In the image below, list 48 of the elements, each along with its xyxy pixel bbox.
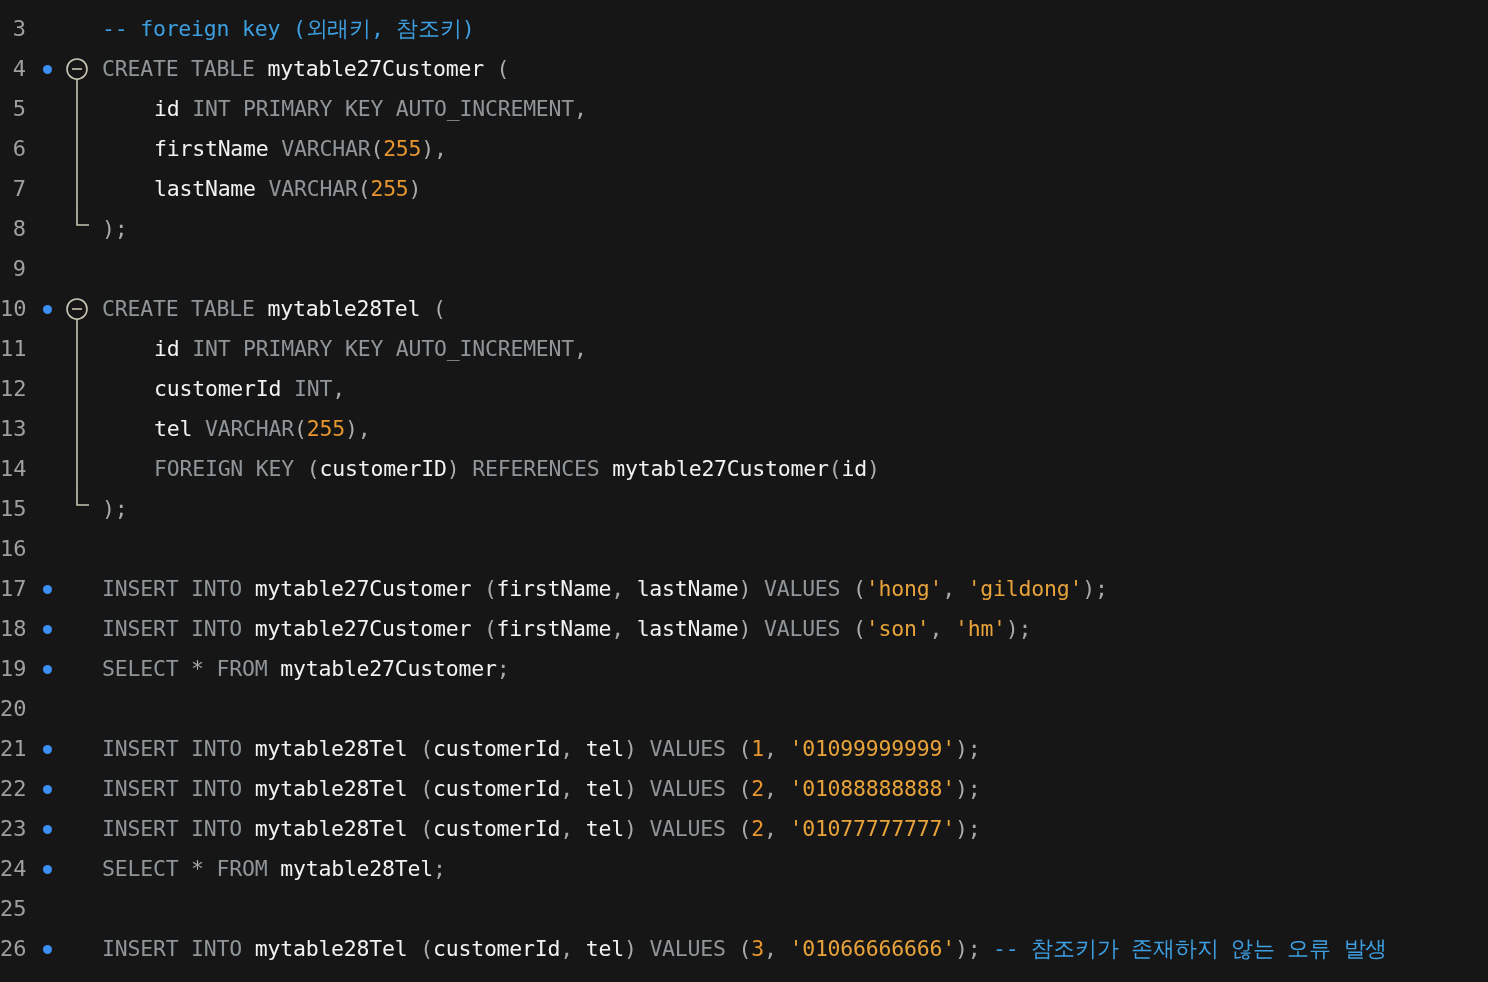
- line-number: 6: [11, 135, 26, 163]
- line-number: 15: [0, 495, 26, 523]
- line-number: 26: [0, 935, 26, 963]
- code-line: -- foreign key (외래키, 참조키): [101, 15, 475, 43]
- code-line: CREATE TABLE mytable28Tel (: [101, 295, 446, 323]
- line-number: 22: [0, 775, 26, 803]
- line-number: 9: [11, 255, 26, 283]
- line-number: 4: [11, 55, 26, 83]
- fold-end-line: [75, 209, 89, 227]
- fold-toggle-icon[interactable]: [64, 58, 90, 89]
- code-line: lastName VARCHAR(255): [153, 175, 422, 203]
- line-number: 13: [0, 415, 26, 443]
- line-number: 11: [0, 335, 26, 363]
- code-line: tel VARCHAR(255),: [153, 415, 371, 443]
- line-number: 12: [0, 375, 26, 403]
- line-number: 23: [0, 815, 26, 843]
- code-line: SELECT * FROM mytable27Customer;: [101, 655, 510, 683]
- line-number: 19: [0, 655, 26, 683]
- line-number: 21: [0, 735, 26, 763]
- line-number: 17: [0, 575, 26, 603]
- line-number: 18: [0, 615, 26, 643]
- line-number: 25: [0, 895, 26, 923]
- code-line: INSERT INTO mytable28Tel (customerId, tel) VALUES (3, '01066666666'); -- 참조키가 존재하지 않는 오류 발생: [101, 935, 1388, 963]
- line-number: 14: [0, 455, 26, 483]
- code-line: CREATE TABLE mytable27Customer (: [101, 55, 510, 83]
- code-line: INSERT INTO mytable27Customer (firstName, lastName) VALUES ('hong', 'gildong');: [101, 575, 1108, 603]
- line-number: 5: [11, 95, 26, 123]
- code-line: SELECT * FROM mytable28Tel;: [101, 855, 446, 883]
- line-number: 8: [11, 215, 26, 243]
- line-number: 16: [0, 535, 26, 563]
- code-line: INSERT INTO mytable27Customer (firstName, lastName) VALUES ('son', 'hm');: [101, 615, 1032, 643]
- code-line: INSERT INTO mytable28Tel (customerId, tel) VALUES (2, '01088888888');: [101, 775, 981, 803]
- fold-toggle-icon[interactable]: [64, 298, 90, 329]
- fold-end-line: [75, 489, 89, 507]
- code-line: INSERT INTO mytable28Tel (customerId, tel) VALUES (1, '01099999999');: [101, 735, 981, 763]
- code-line: id INT PRIMARY KEY AUTO_INCREMENT,: [153, 335, 587, 363]
- code-line: );: [101, 495, 128, 523]
- code-line: );: [101, 215, 128, 243]
- code-line: FOREIGN KEY (customerID) REFERENCES mytable27Customer(id): [153, 455, 880, 483]
- code-line: id INT PRIMARY KEY AUTO_INCREMENT,: [153, 95, 587, 123]
- line-number: 24: [0, 855, 26, 883]
- line-number: 20: [0, 695, 26, 723]
- line-number: 3: [11, 15, 26, 43]
- code-line: customerId INT,: [153, 375, 345, 403]
- code-line: INSERT INTO mytable28Tel (customerId, tel) VALUES (2, '01077777777');: [101, 815, 981, 843]
- line-number: 7: [11, 175, 26, 203]
- code-line: firstName VARCHAR(255),: [153, 135, 447, 163]
- line-number: 10: [0, 295, 26, 323]
